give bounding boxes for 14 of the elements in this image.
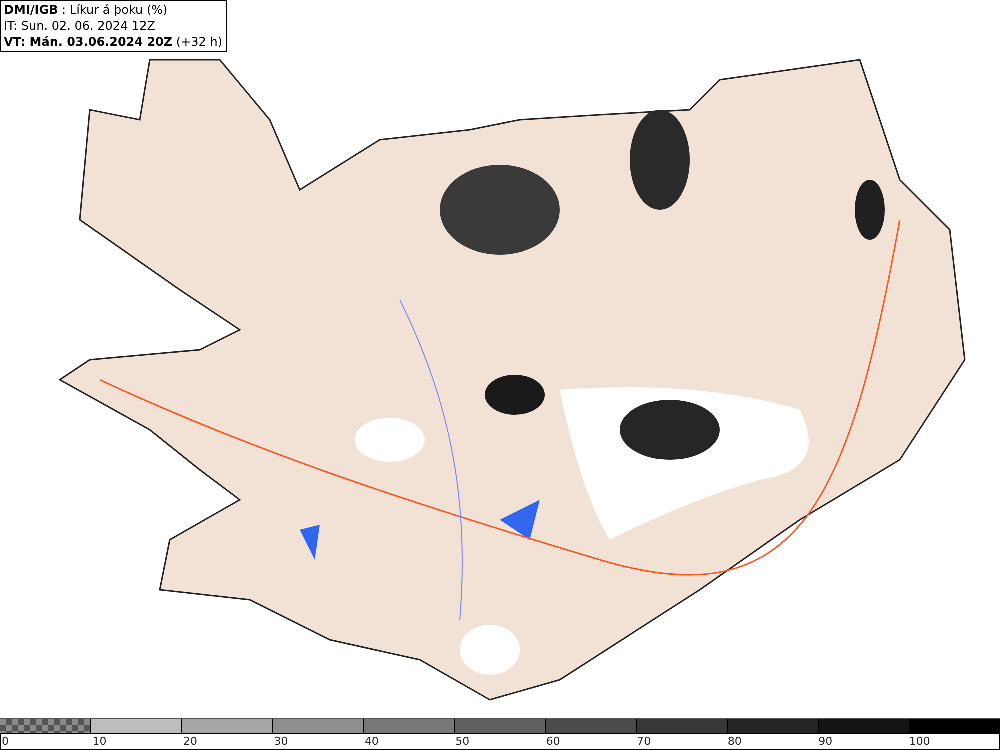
legend-tick-label: 10 [92,734,107,749]
legend-tick-label: 40 [364,734,379,749]
legend-tick-label: 30 [274,734,288,749]
legend-tick-label: 50 [456,734,470,749]
legend-tick-label: 60 [546,734,560,749]
legend-tick-label: 90 [818,734,833,749]
legend-tick-label: 70 [637,734,652,749]
legend-tick-label: 100 [909,734,930,749]
legend-tick-label: 0 [2,734,9,749]
map-title: DMI/IGB : Líkur á þoku (%) [4,2,169,18]
legend-tick-label: 80 [728,734,742,749]
initial-time: IT: Sun. 02. 06. 2024 12Z [4,18,157,34]
legend-tick-label: 20 [183,734,198,749]
valid-time: VT: Mán. 03.06.2024 20Z (+32 h) [4,34,223,50]
